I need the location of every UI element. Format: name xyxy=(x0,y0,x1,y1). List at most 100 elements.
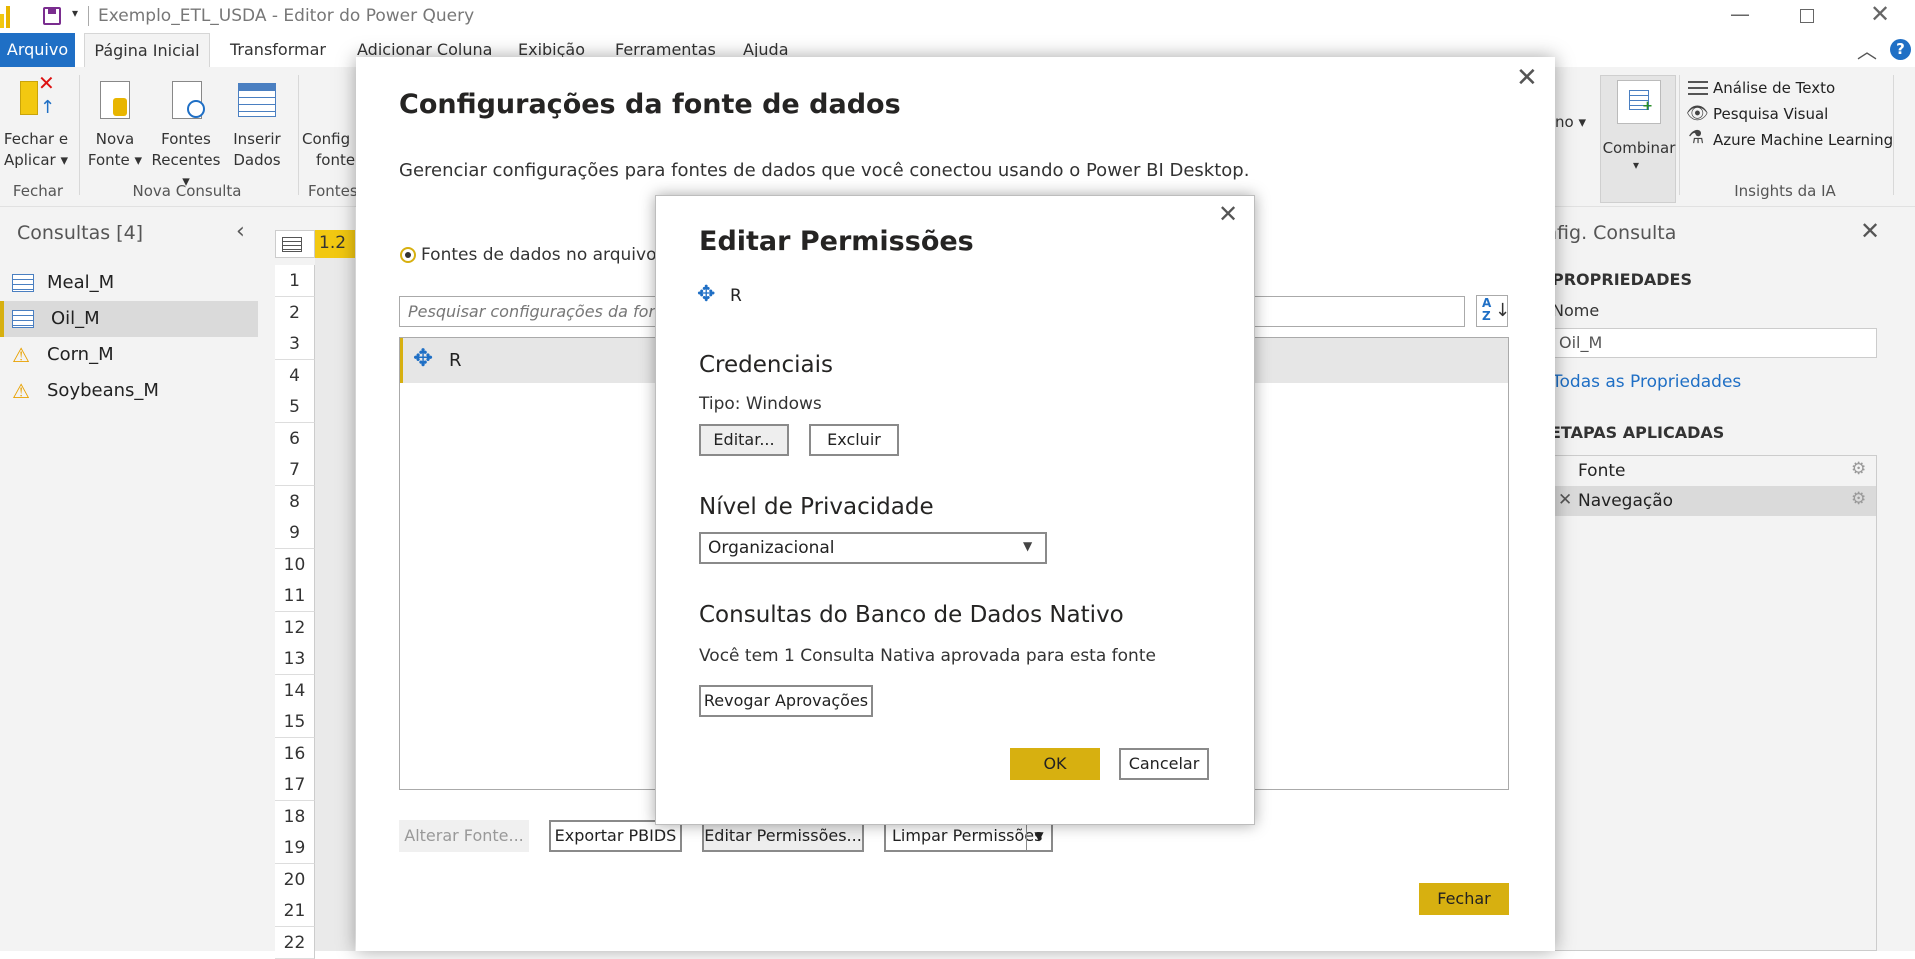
change-source-button[interactable]: Alterar Fonte... xyxy=(399,820,529,852)
azure-ml-button[interactable]: Azure Machine Learning xyxy=(1713,131,1893,149)
step-label: Navegação xyxy=(1578,491,1674,511)
group-new-query-label: Nova Consulta xyxy=(132,182,242,200)
row-number[interactable]: 20 xyxy=(275,863,315,896)
column-type-label: 1.2 xyxy=(319,233,347,253)
row-number[interactable]: 9 xyxy=(275,517,315,549)
name-input[interactable]: Oil_M xyxy=(1552,328,1877,358)
delete-credentials-button[interactable]: Excluir xyxy=(809,424,899,456)
table-menu-icon xyxy=(282,237,302,252)
new-source-icon xyxy=(100,81,130,119)
close-apply-button[interactable]: Fechar e Aplicar ▾ xyxy=(0,129,72,171)
quick-access-dropdown-icon[interactable]: ▾ xyxy=(72,6,78,20)
privacy-heading: Nível de Privacidade xyxy=(699,494,934,520)
revoke-approvals-button[interactable]: Revogar Aprovações xyxy=(699,685,873,717)
new-source-label-1: Nova xyxy=(95,130,135,148)
row-number[interactable]: 18 xyxy=(275,800,315,833)
gear-icon[interactable]: ⚙ xyxy=(1851,459,1866,479)
tab-transformar[interactable]: Transformar xyxy=(218,33,338,67)
close-settings-icon[interactable]: ✕ xyxy=(1860,217,1880,245)
save-icon[interactable] xyxy=(43,7,61,25)
name-label: Nome xyxy=(1552,301,1600,320)
column-header[interactable]: 1.2 xyxy=(315,230,355,258)
row-number[interactable]: 22 xyxy=(275,926,315,959)
tab-arquivo[interactable]: Arquivo xyxy=(0,33,75,67)
combine-button[interactable]: + Combinar ▾ xyxy=(1600,75,1676,203)
table-icon xyxy=(12,274,34,292)
new-source-button[interactable]: Nova Fonte ▾ xyxy=(80,129,150,171)
row-number[interactable]: 1 xyxy=(275,265,315,297)
step-navegacao[interactable]: ✕ Navegação ⚙ xyxy=(1553,486,1876,516)
restore-button[interactable] xyxy=(1800,9,1814,23)
query-name: Oil_M xyxy=(51,308,100,329)
credentials-heading: Credenciais xyxy=(699,352,833,378)
row-number[interactable]: 19 xyxy=(275,832,315,864)
sort-button[interactable]: AZ ↓ xyxy=(1476,295,1510,327)
partial-dropdown-label[interactable]: no ▾ xyxy=(1555,113,1586,131)
insert-data-button[interactable]: Inserir Dados xyxy=(226,129,288,171)
source-name: R xyxy=(449,350,462,371)
recent-sources-label-2: Recentes xyxy=(151,151,221,169)
close-dialog-icon[interactable]: ✕ xyxy=(1516,63,1538,93)
cancel-button[interactable]: Cancelar xyxy=(1119,748,1209,780)
collapse-queries-icon[interactable]: ‹ xyxy=(236,219,245,244)
row-number[interactable]: 4 xyxy=(275,359,315,392)
privacy-level-select[interactable]: Organizacional ▼ xyxy=(699,532,1047,564)
row-number[interactable]: 5 xyxy=(275,391,315,423)
collapse-ribbon-icon[interactable]: ︿ xyxy=(1857,35,1877,64)
source-icon: ✥ xyxy=(697,282,716,307)
row-number[interactable]: 16 xyxy=(275,737,315,770)
current-file-radio[interactable] xyxy=(400,247,416,263)
close-button[interactable]: Fechar xyxy=(1419,883,1509,915)
native-queries-heading: Consultas do Banco de Dados Nativo xyxy=(699,602,1124,628)
native-queries-text: Você tem 1 Consulta Nativa aprovada para… xyxy=(699,646,1156,666)
source-name: R xyxy=(730,286,742,306)
row-number[interactable]: 8 xyxy=(275,485,315,518)
gear-icon[interactable]: ⚙ xyxy=(1851,489,1866,509)
row-number[interactable]: 21 xyxy=(275,895,315,927)
minimize-button[interactable]: — xyxy=(1730,2,1750,26)
row-number[interactable]: 13 xyxy=(275,643,315,675)
queries-header: Consultas [4] xyxy=(17,222,144,244)
group-sources-label: Fontes xyxy=(308,182,358,200)
ok-button[interactable]: OK xyxy=(1010,748,1100,780)
grid-corner[interactable] xyxy=(275,230,315,258)
data-source-settings-button[interactable]: Config fonte xyxy=(302,129,362,171)
applied-steps-list: Fonte ⚙ ✕ Navegação ⚙ xyxy=(1552,455,1877,951)
row-number[interactable]: 12 xyxy=(275,611,315,644)
row-number[interactable]: 11 xyxy=(275,580,315,612)
all-properties-link[interactable]: Todas as Propriedades xyxy=(1552,372,1741,392)
row-number[interactable]: 15 xyxy=(275,706,315,738)
row-number[interactable]: 17 xyxy=(275,769,315,801)
row-number[interactable]: 7 xyxy=(275,454,315,486)
chevron-down-icon[interactable]: ▼ xyxy=(1026,822,1051,850)
window-title: Exemplo_ETL_USDA - Editor do Power Query xyxy=(98,6,475,26)
step-fonte[interactable]: Fonte ⚙ xyxy=(1553,456,1876,486)
close-dialog-icon[interactable]: ✕ xyxy=(1218,200,1238,228)
insert-data-icon xyxy=(238,83,276,117)
insert-data-label-2: Dados xyxy=(233,151,281,169)
close-apply-label-2: Aplicar xyxy=(3,151,56,169)
properties-heading: PROPRIEDADES xyxy=(1552,270,1692,289)
radio-label: Fontes de dados no arquivo a xyxy=(421,245,673,265)
visual-search-button[interactable]: Pesquisa Visual xyxy=(1713,105,1828,123)
query-item-meal[interactable]: Meal_M xyxy=(0,265,258,301)
row-number[interactable]: 6 xyxy=(275,422,315,455)
row-number[interactable]: 3 xyxy=(275,328,315,360)
text-analysis-button[interactable]: Análise de Texto xyxy=(1713,79,1835,97)
delete-step-icon[interactable]: ✕ xyxy=(1558,490,1572,510)
close-apply-icon: ✕ ↑ xyxy=(20,71,55,118)
close-window-button[interactable]: ✕ xyxy=(1870,0,1890,28)
tab-pagina-inicial[interactable]: Página Inicial xyxy=(84,33,210,68)
sort-az-icon: AZ xyxy=(1482,296,1492,323)
help-icon[interactable]: ? xyxy=(1890,39,1911,60)
edit-credentials-button[interactable]: Editar... xyxy=(699,424,789,456)
row-number[interactable]: 10 xyxy=(275,548,315,581)
query-item-corn[interactable]: ⚠ Corn_M xyxy=(0,337,258,373)
row-number[interactable]: 14 xyxy=(275,674,315,707)
row-number[interactable]: 2 xyxy=(275,296,315,329)
search-placeholder: Pesquisar configurações da font xyxy=(408,302,665,321)
query-item-soybeans[interactable]: ⚠ Soybeans_M xyxy=(0,373,258,409)
edit-permissions-dialog: Editar Permissões ✕ ✥ R Credenciais Tipo… xyxy=(655,195,1255,825)
combine-label: Combinar xyxy=(1602,139,1676,157)
query-item-oil[interactable]: Oil_M xyxy=(0,301,258,337)
